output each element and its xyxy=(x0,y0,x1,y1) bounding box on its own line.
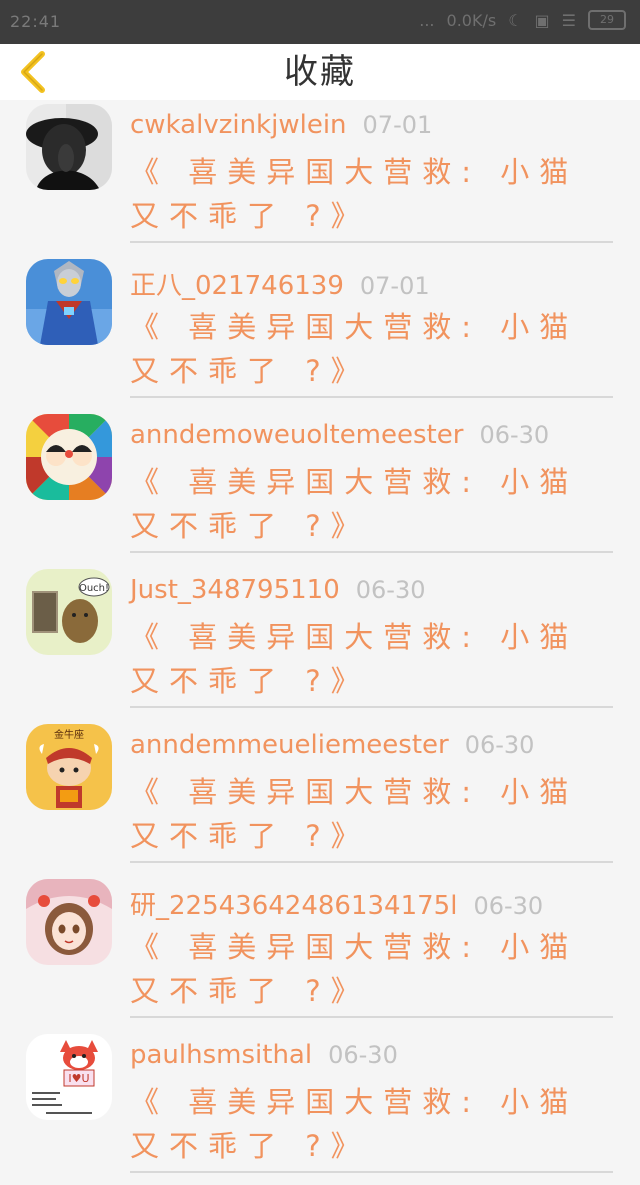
avatar[interactable] xyxy=(26,414,112,500)
list-item[interactable]: I♥U paulhsmsithal 06-30 《 喜美异国大营救: 小猫又不乖了… xyxy=(0,1030,640,1185)
username[interactable]: anndemmeueliemeester xyxy=(130,730,449,760)
date: 06-30 xyxy=(473,892,544,920)
status-time: 22:41 xyxy=(10,12,62,31)
username[interactable]: 研_22543642486134175l xyxy=(130,891,457,921)
date: 07-01 xyxy=(359,272,430,300)
date: 06-30 xyxy=(479,421,550,449)
name-row: Just_348795110 06-30 xyxy=(130,575,426,605)
header-bar: 收藏 xyxy=(0,44,640,100)
favorite-title[interactable]: 《 喜美异国大营救: 小猫又不乖了 ?》 xyxy=(130,150,605,238)
date: 06-30 xyxy=(328,1041,398,1069)
favorite-title[interactable]: 《 喜美异国大营救: 小猫又不乖了 ?》 xyxy=(130,615,605,703)
name-row: 正八_021746139 07-01 xyxy=(130,265,430,302)
favorites-list: cwkalvzinkjwlein 07-01 《 喜美异国大营救: 小猫又不乖了 … xyxy=(0,100,640,1185)
username[interactable]: paulhsmsithal xyxy=(130,1040,312,1070)
back-button[interactable] xyxy=(12,48,56,96)
favorite-title[interactable]: 《 喜美异国大营救: 小猫又不乖了 ?》 xyxy=(130,770,605,858)
divider xyxy=(130,1016,613,1018)
avatar[interactable] xyxy=(26,879,112,965)
divider xyxy=(130,706,613,708)
name-row: anndemmeueliemeester 06-30 xyxy=(130,730,534,760)
iou-text: I♥U xyxy=(68,1072,89,1085)
avatar[interactable] xyxy=(26,259,112,345)
taurus-text: 金牛座 xyxy=(54,728,84,741)
chevron-left-icon xyxy=(21,51,45,93)
name-row: paulhsmsithal 06-30 xyxy=(130,1040,398,1070)
ultraman-avatar-icon xyxy=(26,259,112,345)
ouch-text: Ouch! xyxy=(79,583,109,594)
ouch-cartoon-avatar-icon: Ouch! xyxy=(26,569,112,655)
list-item[interactable]: cwkalvzinkjwlein 07-01 《 喜美异国大营救: 小猫又不乖了 … xyxy=(0,100,640,255)
sim-icon: ▣ xyxy=(534,10,550,30)
name-row: 研_22543642486134175l 06-30 xyxy=(130,885,543,922)
avatar[interactable] xyxy=(26,104,112,190)
network-speed: 0.0K/s xyxy=(446,10,497,30)
divider xyxy=(130,396,613,398)
list-item[interactable]: 研_22543642486134175l 06-30 《 喜美异国大营救: 小猫又… xyxy=(0,875,640,1030)
man-in-hat-avatar-icon xyxy=(26,104,112,190)
avatar[interactable]: Ouch! xyxy=(26,569,112,655)
divider xyxy=(130,551,613,553)
avatar[interactable]: 金牛座 xyxy=(26,724,112,810)
moon-icon: ☾ xyxy=(508,10,523,30)
name-row: anndemoweuoltemeester 06-30 xyxy=(130,420,549,450)
avatar[interactable]: I♥U xyxy=(26,1034,112,1120)
cartoon-kids-avatar-icon xyxy=(26,414,112,500)
date: 06-30 xyxy=(355,576,426,604)
list-item[interactable]: Ouch! Just_348795110 06-30 《 喜美异国大营救: 小猫又… xyxy=(0,565,640,720)
list-item[interactable]: anndemoweuoltemeester 06-30 《 喜美异国大营救: 小猫… xyxy=(0,410,640,565)
date: 06-30 xyxy=(464,731,535,759)
wifi-icon: ☰ xyxy=(561,10,576,30)
favorite-title[interactable]: 《 喜美异国大营救: 小猫又不乖了 ?》 xyxy=(130,1080,605,1168)
divider xyxy=(130,1171,613,1173)
signal-dots: ... xyxy=(419,10,435,30)
divider xyxy=(130,241,613,243)
username[interactable]: Just_348795110 xyxy=(130,575,340,605)
date: 07-01 xyxy=(362,111,433,139)
fox-i-love-you-avatar-icon: I♥U xyxy=(26,1034,112,1120)
list-item[interactable]: 金牛座 anndemmeueliemeester 06-30 《 喜美异国大营救:… xyxy=(0,720,640,875)
name-row: cwkalvzinkjwlein 07-01 xyxy=(130,110,432,140)
list-item[interactable]: 正八_021746139 07-01 《 喜美异国大营救: 小猫又不乖了 ?》 xyxy=(0,255,640,410)
taurus-cartoon-avatar-icon: 金牛座 xyxy=(26,724,112,810)
favorite-title[interactable]: 《 喜美异国大营救: 小猫又不乖了 ?》 xyxy=(130,305,605,393)
username[interactable]: 正八_021746139 xyxy=(130,271,344,301)
status-bar: 22:41 ... 0.0K/s ☾ ▣ ☰ 29 xyxy=(0,0,640,44)
favorite-title[interactable]: 《 喜美异国大营救: 小猫又不乖了 ?》 xyxy=(130,925,605,1013)
status-indicators: ... 0.0K/s ☾ ▣ ☰ 29 xyxy=(419,10,626,30)
anime-girl-avatar-icon xyxy=(26,879,112,965)
divider xyxy=(130,861,613,863)
battery-icon: 29 xyxy=(588,10,626,30)
page-title: 收藏 xyxy=(284,52,356,92)
username[interactable]: cwkalvzinkjwlein xyxy=(130,110,347,140)
favorite-title[interactable]: 《 喜美异国大营救: 小猫又不乖了 ?》 xyxy=(130,460,605,548)
username[interactable]: anndemoweuoltemeester xyxy=(130,420,463,450)
